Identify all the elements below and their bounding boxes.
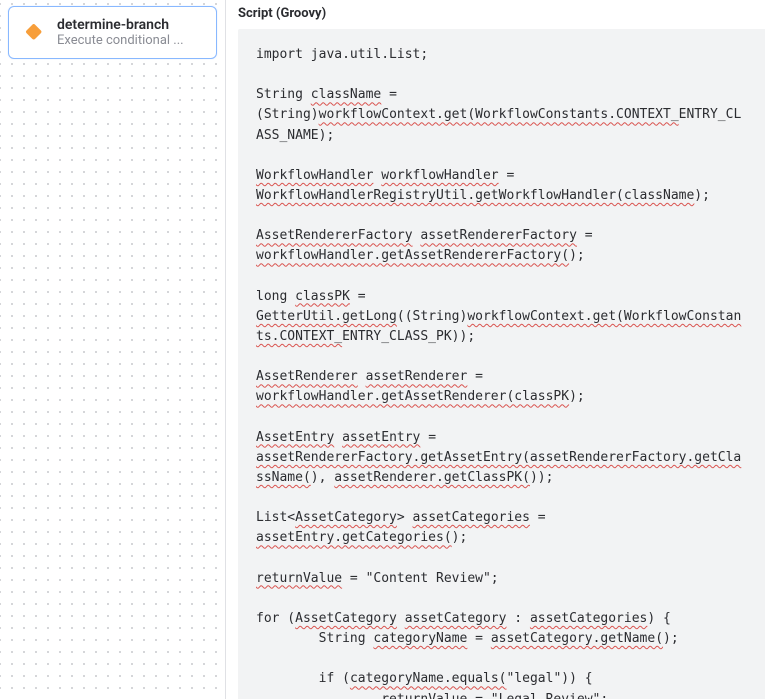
script-editor[interactable]: import java.util.List; String className …: [238, 29, 765, 699]
code-token: returnValue: [381, 692, 467, 699]
code-token: assetRenderer: [366, 369, 468, 384]
code-token: );: [452, 530, 468, 545]
code-token: String: [256, 631, 373, 646]
code-token: AssetCategory: [295, 611, 397, 626]
code-token: workflowHandler.getAssetRendererFactory(: [256, 248, 569, 263]
code-token: workflowHandler.getAssetRenderer(classPK: [256, 389, 569, 404]
canvas-area[interactable]: determine-branch Execute conditional ...: [0, 0, 225, 699]
node-title: determine-branch: [57, 17, 184, 33]
code-token: assetCategory: [405, 611, 507, 626]
code-token: [334, 430, 342, 445]
code-token: [397, 611, 405, 626]
code-token: assetRendererFactory: [420, 228, 577, 243]
condition-icon: [21, 21, 45, 45]
properties-panel: Script (Groovy) import java.util.List; S…: [225, 0, 765, 699]
node-subtitle: Execute conditional ...: [57, 33, 184, 48]
code-token: ),: [311, 470, 334, 485]
code-token: = "Legal Review";: [467, 692, 608, 699]
code-token: AssetEntry: [256, 430, 334, 445]
code-token: className: [311, 87, 381, 102]
code-token: =: [499, 168, 522, 183]
code-token: categoryName.equals(: [350, 671, 507, 686]
code-token: WorkflowHandler: [256, 168, 373, 183]
code-token: long: [256, 289, 295, 304]
code-token: );: [694, 188, 710, 203]
code-token: AssetRenderer: [256, 369, 358, 384]
code-token: workflowContext.get(WorkflowConstants.CO…: [319, 107, 679, 122]
app-layout: determine-branch Execute conditional ...…: [0, 0, 765, 699]
code-token: assetEntry: [342, 430, 420, 445]
code-token: assetCategories: [413, 510, 530, 525]
node-text: determine-branch Execute conditional ...: [57, 17, 184, 48]
code-token: = "Content Review";: [342, 571, 499, 586]
code-token: assetCategories: [530, 611, 647, 626]
code-token: assetRenderer.getClassPK(: [334, 470, 530, 485]
code-token: assetEntry.getCategories(: [256, 530, 452, 545]
code-token: String: [256, 87, 311, 102]
code-token: );: [663, 631, 679, 646]
code-token: >: [397, 510, 413, 525]
script-panel-header: Script (Groovy): [226, 0, 765, 29]
code-token: =: [467, 631, 490, 646]
code-token: [256, 692, 381, 699]
code-token: ((String): [397, 309, 467, 324]
code-token: :: [506, 611, 529, 626]
code-token: =: [350, 289, 373, 304]
code-token: =: [467, 369, 490, 384]
code-token: assetCategory.getName(: [491, 631, 663, 646]
code-token: List<: [256, 510, 295, 525]
code-token: returnValue: [256, 571, 342, 586]
code-token: if (: [256, 671, 350, 686]
code-token: WorkflowHandlerRegistryUtil.getWorkflowH…: [256, 188, 694, 203]
code-token: =: [420, 430, 443, 445]
workflow-node-determine-branch[interactable]: determine-branch Execute conditional ...: [8, 6, 217, 59]
code-token: AssetRendererFactory: [256, 228, 413, 243]
code-token: =: [530, 510, 553, 525]
code-token: [358, 369, 366, 384]
code-token: classPK: [295, 289, 350, 304]
code-token: workflowHandler: [381, 168, 498, 183]
code-token: =: [577, 228, 600, 243]
code-token: GetterUtil.getLong: [256, 309, 397, 324]
code-token: ));: [530, 470, 553, 485]
code-token: ENTRY_CLASS_PK));: [342, 329, 475, 344]
code-token: AssetCategory: [295, 510, 397, 525]
code-token: categoryName: [373, 631, 467, 646]
code-token: import java.util.List;: [256, 47, 428, 62]
code-token: for (: [256, 611, 295, 626]
code-token: ) {: [647, 611, 670, 626]
code-token: "legal")) {: [506, 671, 592, 686]
code-token: );: [569, 389, 585, 404]
code-token: );: [569, 248, 585, 263]
